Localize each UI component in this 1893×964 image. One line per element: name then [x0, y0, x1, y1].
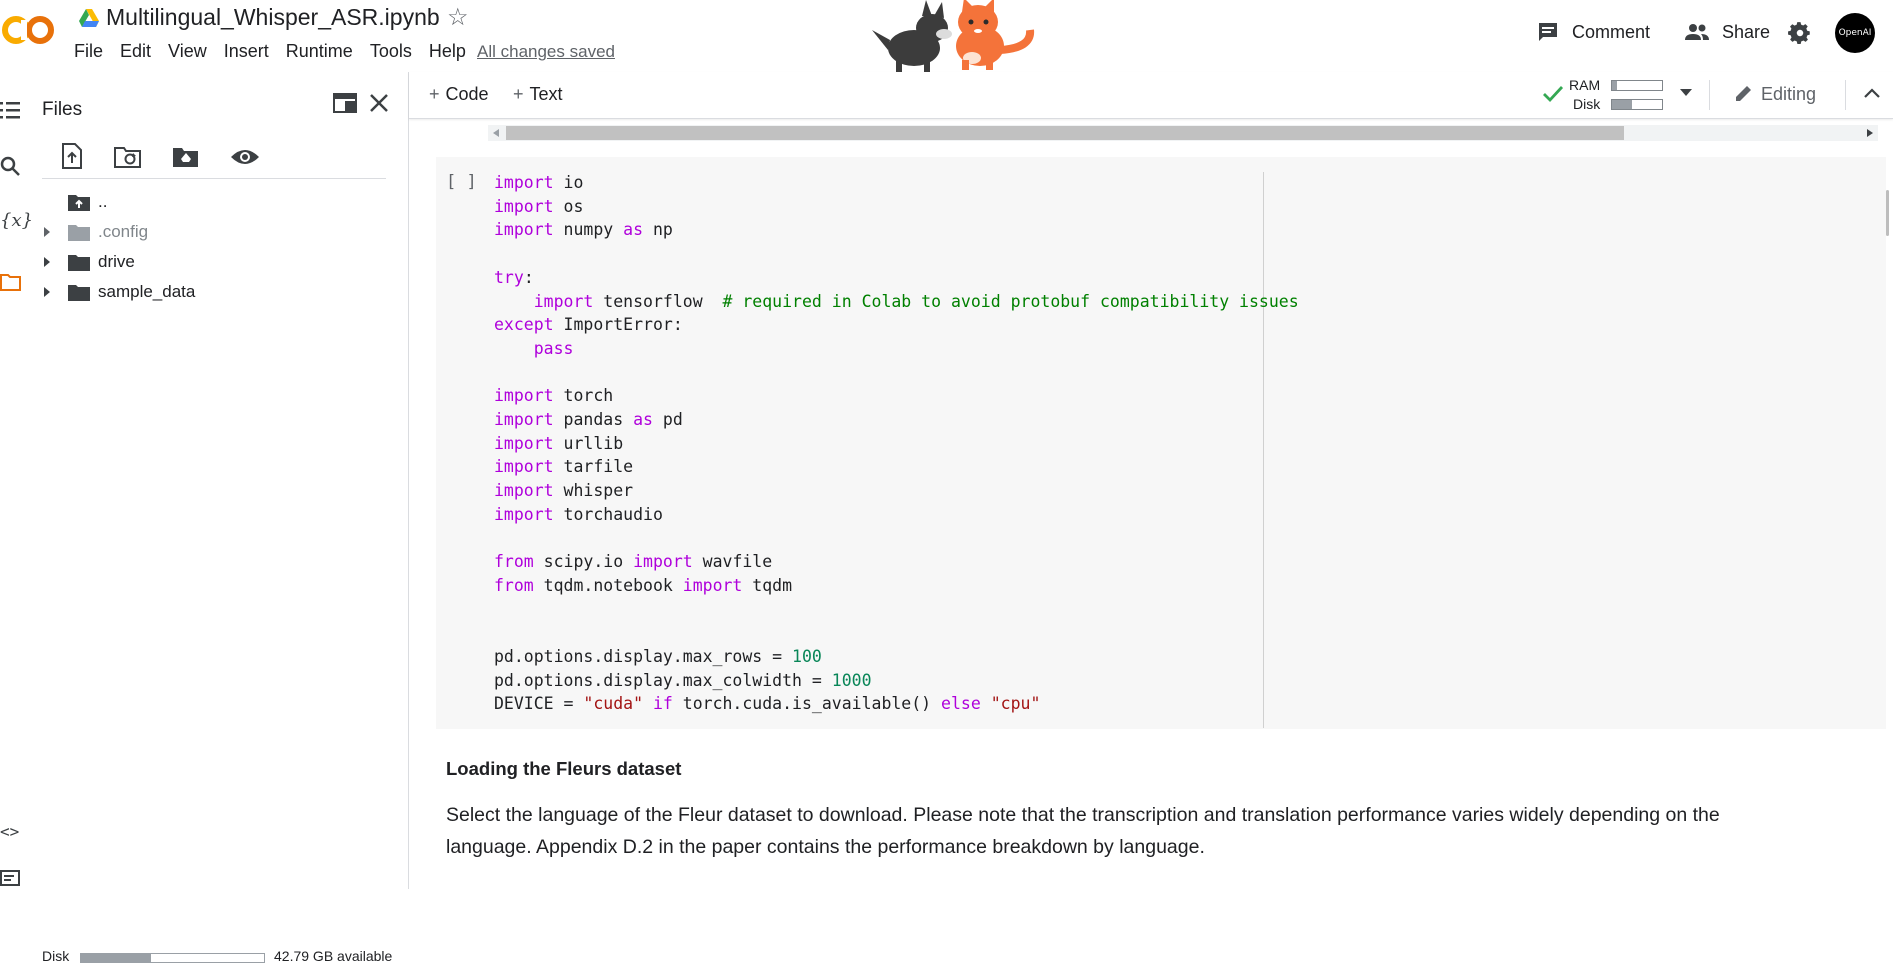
- tree-item-sample-data[interactable]: sample_data: [42, 282, 195, 302]
- upload-file-icon[interactable]: [61, 143, 83, 169]
- folder-up-icon: [68, 195, 90, 211]
- disk-usage-bar: [80, 953, 265, 963]
- comment-button[interactable]: Comment: [1536, 20, 1650, 44]
- section-heading: Loading the Fleurs dataset: [446, 758, 682, 779]
- tree-item-parent[interactable]: ..: [68, 192, 107, 212]
- folder-icon: [68, 225, 90, 241]
- add-code-label: Code: [445, 84, 489, 104]
- refresh-folder-icon[interactable]: [114, 145, 142, 169]
- horizontal-scrollbar[interactable]: [488, 125, 1878, 141]
- account-avatar[interactable]: OpenAI: [1835, 13, 1875, 53]
- tree-item-label: .config: [98, 222, 149, 241]
- share-button[interactable]: Share: [1684, 20, 1770, 44]
- app-header: Multilingual_Whisper_ASR.ipynb ☆ File Ed…: [0, 0, 1893, 72]
- expand-arrow-icon[interactable]: [42, 256, 52, 268]
- colab-logo[interactable]: [2, 12, 56, 48]
- connected-check-icon: [1543, 86, 1564, 103]
- notebook-title[interactable]: Multilingual_Whisper_ASR.ipynb: [106, 4, 440, 31]
- google-drive-icon: [79, 9, 99, 27]
- close-icon[interactable]: [369, 93, 389, 113]
- vertical-scroll-indicator[interactable]: [1886, 190, 1889, 236]
- scrollbar-thumb[interactable]: [506, 126, 1624, 140]
- dropdown-arrow-icon[interactable]: [1680, 89, 1692, 97]
- disk-usage: Disk: [42, 948, 69, 964]
- add-text-cell-button[interactable]: + Text: [513, 84, 563, 105]
- files-panel: Files .. .config drive sample_data Disk …: [0, 72, 409, 964]
- disk-usage-fill-toolbar: [1612, 100, 1632, 109]
- gear-icon[interactable]: [1787, 20, 1813, 46]
- mount-drive-icon[interactable]: [172, 145, 200, 169]
- people-icon: [1685, 24, 1709, 40]
- collapse-chevron-up-icon[interactable]: [1864, 88, 1880, 98]
- scroll-right-arrow-icon[interactable]: [1866, 129, 1874, 137]
- scroll-left-arrow-icon[interactable]: [492, 129, 500, 137]
- folder-icon: [68, 285, 90, 301]
- share-label: Share: [1722, 21, 1771, 42]
- ram-label: RAM: [1569, 77, 1601, 93]
- menu-edit[interactable]: Edit: [120, 41, 151, 62]
- ram-usage-fill: [1612, 81, 1617, 90]
- pencil-icon: [1736, 86, 1751, 101]
- tree-item-config[interactable]: .config: [42, 222, 148, 242]
- menu-help[interactable]: Help: [429, 41, 466, 62]
- run-cell-button[interactable]: [ ]: [446, 172, 477, 192]
- tree-item-label: ..: [98, 192, 108, 211]
- comment-icon: [1539, 23, 1557, 41]
- disk-label: Disk: [1573, 96, 1601, 112]
- section-paragraph: Select the language of the Fleur dataset…: [446, 804, 1720, 858]
- tree-item-label: sample_data: [98, 282, 196, 301]
- plus-icon: +: [513, 84, 524, 104]
- menu-file[interactable]: File: [74, 41, 103, 62]
- notebook-toolbar: + Code + Text RAM Disk Editing: [409, 72, 1893, 119]
- disk-available-text: 42.79 GB available: [274, 948, 393, 964]
- show-hidden-files-icon[interactable]: [230, 147, 260, 167]
- menu-bar: File Edit View Insert Runtime Tools Help: [74, 41, 483, 62]
- mascot-illustration: [872, 0, 1035, 72]
- files-panel-title: Files: [42, 99, 83, 120]
- toolbar-separator: [1845, 80, 1846, 110]
- comment-label: Comment: [1572, 21, 1651, 42]
- editing-mode-button[interactable]: Editing: [1735, 84, 1816, 105]
- open-in-tab-icon[interactable]: [333, 92, 357, 114]
- code-editor[interactable]: import io import os import numpy as np t…: [494, 171, 1299, 716]
- folder-icon: [68, 255, 90, 271]
- menu-view[interactable]: View: [168, 41, 207, 62]
- toolbar-divider: [42, 178, 386, 179]
- toolbar-separator: [1709, 80, 1710, 110]
- menu-insert[interactable]: Insert: [224, 41, 269, 62]
- expand-arrow-icon[interactable]: [42, 226, 52, 238]
- disk-usage-fill: [81, 954, 151, 962]
- star-icon[interactable]: ☆: [447, 3, 469, 32]
- add-code-cell-button[interactable]: + Code: [429, 84, 489, 105]
- editing-label: Editing: [1761, 84, 1817, 104]
- menu-tools[interactable]: Tools: [370, 41, 412, 62]
- add-text-label: Text: [529, 84, 563, 104]
- disk-usage-label: Disk: [42, 948, 70, 964]
- tree-item-drive[interactable]: drive: [42, 252, 135, 272]
- save-status-link[interactable]: All changes saved: [477, 42, 615, 62]
- tree-item-label: drive: [98, 252, 135, 271]
- ram-usage-bar[interactable]: [1611, 80, 1663, 91]
- plus-icon: +: [429, 84, 440, 104]
- expand-arrow-icon[interactable]: [42, 286, 52, 298]
- disk-usage-bar-toolbar[interactable]: [1611, 99, 1663, 110]
- menu-runtime[interactable]: Runtime: [286, 41, 353, 62]
